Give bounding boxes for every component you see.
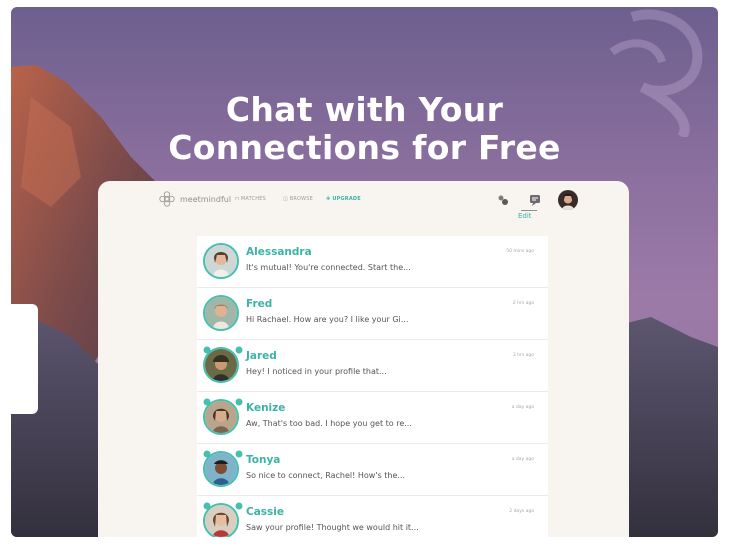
brand-name: meetmindful — [180, 194, 232, 204]
conversation-row[interactable]: Tonya So nice to connect, Rachel! How's … — [197, 444, 548, 496]
avatar — [203, 295, 239, 331]
chat-icon[interactable] — [528, 193, 542, 207]
app-window: meetmindful ⊓ MATCHES ◫ BROWSE ✚ UPGRADE… — [98, 181, 629, 537]
message-preview: So nice to connect, Rachel! How's the... — [246, 471, 405, 480]
connections-icon[interactable] — [496, 193, 510, 207]
avatar — [203, 451, 239, 487]
message-time: 3 hrs ago — [512, 353, 534, 358]
screenshot-frame: Chat with Your Connections for Free meet… — [0, 0, 730, 550]
nav-upgrade-link[interactable]: ✚ UPGRADE — [326, 196, 361, 202]
conversation-row[interactable]: Jared Hey! I noticed in your profile tha… — [197, 340, 548, 392]
user-avatar[interactable] — [558, 190, 578, 210]
side-panel-tab[interactable] — [11, 304, 38, 414]
message-preview: Hey! I noticed in your profile that... — [246, 367, 387, 376]
contact-name: Jared — [246, 350, 277, 362]
nav-browse-label: BROWSE — [289, 196, 314, 202]
nav-upgrade-label: UPGRADE — [332, 196, 361, 202]
conversation-list: Alessandra It's mutual! You're connected… — [197, 236, 548, 537]
conversation-row[interactable]: Alessandra It's mutual! You're connected… — [197, 236, 548, 288]
conversation-row[interactable]: Kenize Aw, That's too bad. I hope you ge… — [197, 392, 548, 444]
brand[interactable]: meetmindful — [158, 190, 231, 208]
top-nav: meetmindful ⊓ MATCHES ◫ BROWSE ✚ UPGRADE… — [98, 181, 629, 231]
avatar — [203, 243, 239, 279]
message-time: 50 mins ago — [506, 249, 534, 254]
headline: Chat with Your Connections for Free — [11, 91, 718, 167]
contact-name: Fred — [246, 298, 273, 310]
contact-name: Tonya — [246, 454, 281, 466]
message-preview: It's mutual! You're connected. Start the… — [246, 263, 411, 272]
headline-line-2: Connections for Free — [168, 128, 561, 167]
message-preview: Saw your profile! Thought we would hit i… — [246, 523, 419, 532]
nav-matches-label: MATCHES — [240, 196, 266, 202]
message-preview: Aw, That's too bad. I hope you get to re… — [246, 419, 412, 428]
avatar — [203, 399, 239, 435]
hero-background: Chat with Your Connections for Free meet… — [11, 7, 718, 537]
message-time: 2 days ago — [509, 509, 534, 514]
headline-line-1: Chat with Your — [225, 90, 504, 129]
lotus-logo-icon — [159, 191, 175, 207]
contact-name: Cassie — [246, 506, 285, 518]
message-time: a day ago — [511, 457, 534, 462]
conversation-row[interactable]: Cassie Saw your profile! Thought we woul… — [197, 496, 548, 537]
conversation-row[interactable]: Fred Hi Rachael. How are you? I like you… — [197, 288, 548, 340]
avatar — [203, 347, 239, 383]
contact-name: Kenize — [246, 402, 286, 414]
message-time: a day ago — [511, 405, 534, 410]
contact-name: Alessandra — [246, 246, 312, 258]
message-time: 2 hrs ago — [512, 301, 534, 306]
nav-browse-link[interactable]: ◫ BROWSE — [283, 196, 313, 202]
avatar — [203, 503, 239, 537]
active-tab-indicator — [521, 210, 537, 211]
message-preview: Hi Rachael. How are you? I like your Gi.… — [246, 315, 409, 324]
nav-matches-link[interactable]: ⊓ MATCHES — [235, 196, 266, 202]
edit-link[interactable]: Edit — [518, 212, 532, 220]
